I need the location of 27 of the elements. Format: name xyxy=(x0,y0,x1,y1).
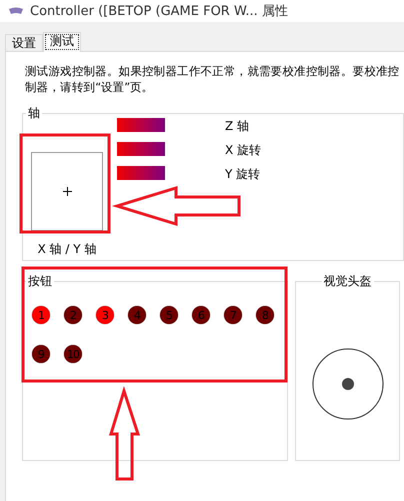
group-title: 按钮 xyxy=(27,273,53,290)
description-text: 测试游戏控制器。如果控制器工作不正常，就需要校准控制器。要校准控制器，请转到“设置”页。 xyxy=(25,63,400,95)
crosshair-icon xyxy=(62,187,72,196)
button-indicator: 6 xyxy=(192,306,210,324)
button-indicator: 1 xyxy=(32,306,50,324)
axis-bar xyxy=(117,142,165,156)
axis-label: Y 旋转 xyxy=(225,166,262,183)
button-indicator: 9 xyxy=(32,345,50,363)
axis-bar xyxy=(117,118,165,132)
axis-bar xyxy=(117,166,165,180)
button-indicator: 7 xyxy=(224,306,242,324)
button-indicator: 8 xyxy=(256,306,274,324)
pov-dial-drawing xyxy=(312,348,384,420)
axis-label: Z 轴 xyxy=(225,118,250,135)
button-indicator: 4 xyxy=(128,306,146,324)
button-indicator: 5 xyxy=(160,306,178,324)
window-title: Controller ([BETOP (GAME FOR W... 属性 xyxy=(30,3,288,20)
tab[interactable]: 设置 xyxy=(5,34,43,51)
axis-label: X 轴 / Y 轴 xyxy=(38,241,96,258)
button-indicator: 2 xyxy=(64,306,82,324)
axis-label: X 旋转 xyxy=(225,142,262,159)
group-title: 视觉头盔 xyxy=(322,273,372,290)
button-indicator: 3 xyxy=(96,306,114,324)
gamepad-icon xyxy=(8,6,24,16)
tab[interactable]: 测试 xyxy=(43,32,81,52)
button-indicator: 10 xyxy=(64,345,82,363)
group-title: 轴 xyxy=(27,105,41,122)
